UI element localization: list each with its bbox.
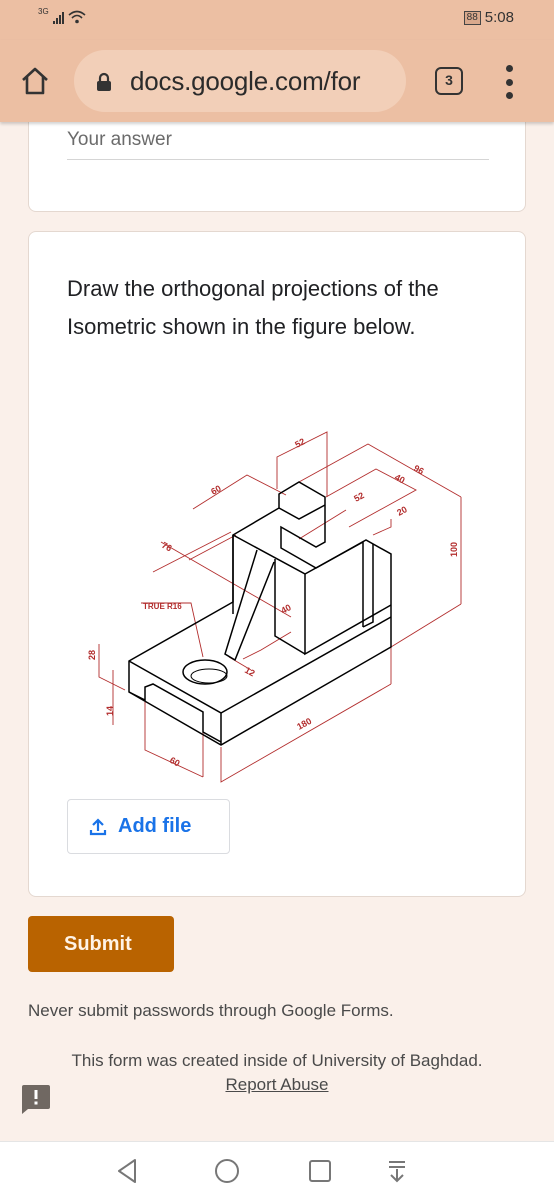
dimension-labels: 52 60 96 40 52 20 76 100 TRUE R16 40 12 … xyxy=(87,436,459,768)
object-lines xyxy=(128,481,392,746)
more-menu-button[interactable] xyxy=(502,65,516,99)
question-text: Draw the orthogonal projections of the I… xyxy=(67,276,439,339)
wifi-icon xyxy=(68,10,86,24)
submit-button[interactable]: Submit xyxy=(28,916,174,972)
footer-text: This form was created inside of Universi… xyxy=(60,1049,494,1097)
dim-label: 40 xyxy=(393,472,407,486)
status-left: 3G xyxy=(38,7,86,24)
answer-underline xyxy=(67,159,489,160)
status-bar: 3G 88 5:08 xyxy=(0,0,554,40)
recents-icon xyxy=(309,1160,331,1182)
back-icon xyxy=(118,1159,136,1183)
add-file-button[interactable]: Add file xyxy=(67,799,230,854)
dim-label: TRUE R16 xyxy=(143,602,182,611)
dim-label: 100 xyxy=(449,542,459,557)
url-text: docs.google.com/for xyxy=(130,66,361,96)
notification-pull-button[interactable] xyxy=(382,1156,412,1186)
report-abuse-link[interactable]: Report Abuse xyxy=(225,1075,328,1094)
menu-dot xyxy=(505,65,513,72)
home-circle-icon xyxy=(215,1159,239,1183)
add-file-label: Add file xyxy=(118,815,192,837)
feedback-icon[interactable] xyxy=(20,1083,52,1115)
upload-icon xyxy=(89,817,107,835)
network-type: 3G xyxy=(38,7,49,16)
dim-label: 20 xyxy=(395,504,409,518)
home-button[interactable] xyxy=(18,64,52,98)
status-right: 88 5:08 xyxy=(463,9,514,26)
dim-label: 96 xyxy=(412,463,426,477)
hole xyxy=(182,659,228,685)
password-warning: Never submit passwords through Google Fo… xyxy=(28,1001,394,1020)
dim-label: 60 xyxy=(209,483,223,497)
menu-dot xyxy=(505,92,513,99)
tab-switcher-button[interactable]: 3 xyxy=(435,67,463,95)
dim-label: 40 xyxy=(279,602,293,616)
back-button[interactable] xyxy=(112,1156,142,1186)
clock: 5:08 xyxy=(484,9,514,26)
dim-label: 76 xyxy=(160,540,174,554)
question-card: Draw the orthogonal projections of the I… xyxy=(28,231,526,897)
browser-toolbar: docs.google.com/for 3 xyxy=(0,40,554,122)
dim-label: 14 xyxy=(105,706,115,716)
battery-icon: 88 xyxy=(463,10,481,25)
home-nav-button[interactable] xyxy=(212,1156,242,1186)
android-nav-bar xyxy=(0,1141,554,1200)
home-icon xyxy=(22,67,48,95)
lock-icon xyxy=(97,72,111,91)
dim-label: 52 xyxy=(352,490,366,504)
isometric-figure: 52 60 96 40 52 20 76 100 TRUE R16 40 12 … xyxy=(87,431,462,783)
signal-icon xyxy=(52,12,64,24)
dim-label: 180 xyxy=(295,716,313,732)
dim-label: 28 xyxy=(87,650,97,660)
answer-input[interactable]: Your answer xyxy=(67,129,172,151)
address-bar[interactable]: docs.google.com/for xyxy=(74,50,406,112)
footer-org-text: This form was created inside of Universi… xyxy=(71,1051,483,1070)
recents-button[interactable] xyxy=(305,1156,335,1186)
menu-dot xyxy=(505,78,513,86)
notification-pull-icon xyxy=(389,1161,405,1183)
